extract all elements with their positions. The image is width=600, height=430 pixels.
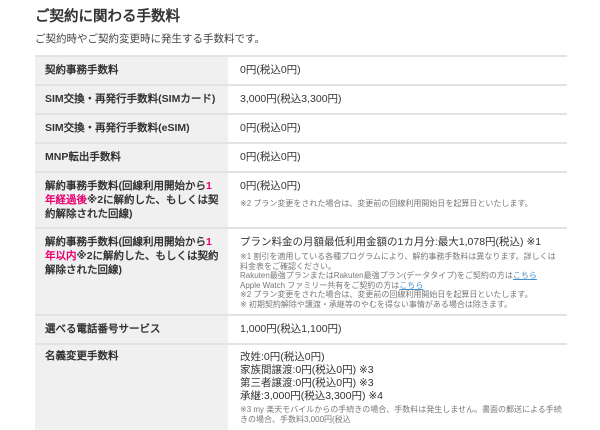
table-row-cancel-after-1year: 解約事務手数料(回線利用開始から1年経過後※2に解約した、もしくは契約解除された… — [35, 173, 567, 229]
table-row-contract-fee: 契約事務手数料 0円(税込0円) — [35, 57, 567, 86]
page-title: ご契約に関わる手数料 — [35, 8, 567, 26]
fee-value: 第三者譲渡:0円(税込0円) ※3 — [240, 377, 563, 390]
row-note: ※2 プラン変更をされた場合は、変更前の回線利用開始日を起算日といたします。 — [240, 199, 563, 209]
row-label: SIM交換・再発行手数料(eSIM) — [35, 115, 228, 142]
fee-value: 0円(税込0円) — [240, 179, 563, 193]
table-row-name-change: 名義変更手数料 改姓:0円(税込0円) 家族間譲渡:0円(税込0円) ※3 第三… — [35, 345, 567, 430]
note-line: ※ 初期契約解除や譲渡・承継等のやむを得ない事情がある場合は除きます。 — [240, 300, 563, 310]
row-value: プラン料金の月額最低利用金額の1カ月分:最大1,078円(税込) ※1 ※1 割… — [228, 229, 567, 314]
label-text: 解約事務手数料(回線利用開始から — [45, 236, 206, 248]
row-label: 名義変更手数料 — [35, 345, 228, 430]
row-value: 1,000円(税込1,100円) — [228, 316, 567, 343]
row-label: 契約事務手数料 — [35, 57, 228, 84]
fee-value: 承継:3,000円(税込3,300円) ※4 — [240, 390, 563, 403]
note-line: Apple Watch ファミリー共有をご契約の方はこちら — [240, 281, 563, 291]
note-line: Rakuten最強プランまたはRakuten最強プラン(データタイプ)をご契約の… — [240, 271, 563, 281]
page-subtitle: ご契約時やご契約変更時に発生する手数料です。 — [35, 33, 567, 46]
row-label: MNP転出手数料 — [35, 144, 228, 171]
row-label: 解約事務手数料(回線利用開始から1年経過後※2に解約した、もしくは契約解除された… — [35, 173, 228, 227]
fee-value: プラン料金の月額最低利用金額の1カ月分:最大1,078円(税込) ※1 — [240, 235, 563, 249]
row-value: 改姓:0円(税込0円) 家族間譲渡:0円(税込0円) ※3 第三者譲渡:0円(税… — [228, 345, 567, 430]
row-value: 0円(税込0円) — [228, 144, 567, 171]
fees-page: ご契約に関わる手数料 ご契約時やご契約変更時に発生する手数料です。 契約事務手数… — [0, 0, 600, 430]
row-value: 0円(税込0円) — [228, 115, 567, 142]
fees-table: 契約事務手数料 0円(税込0円) SIM交換・再発行手数料(SIMカード) 3,… — [35, 55, 567, 430]
label-text: 解約事務手数料(回線利用開始から — [45, 180, 206, 192]
row-notes: ※1 割引を適用している各種プログラムにより、解約事務手数料は異なります。詳しく… — [240, 252, 563, 309]
table-row-sim-card-reissue: SIM交換・再発行手数料(SIMカード) 3,000円(税込3,300円) — [35, 86, 567, 115]
row-label: SIM交換・再発行手数料(SIMカード) — [35, 86, 228, 113]
fee-value: 改姓:0円(税込0円) — [240, 351, 563, 364]
table-row-cancel-within-1year: 解約事務手数料(回線利用開始から1年以内※2に解約した、もしくは契約解除された回… — [35, 229, 567, 316]
table-row-mnp-transfer: MNP転出手数料 0円(税込0円) — [35, 144, 567, 173]
row-value: 3,000円(税込3,300円) — [228, 86, 567, 113]
note-line: ※1 割引を適用している各種プログラムにより、解約事務手数料は異なります。詳しく… — [240, 252, 563, 271]
row-value: 0円(税込0円) ※2 プラン変更をされた場合は、変更前の回線利用開始日を起算日… — [228, 173, 567, 227]
row-label: 選べる電話番号サービス — [35, 316, 228, 343]
fee-value: 家族間譲渡:0円(税込0円) ※3 — [240, 364, 563, 377]
row-label: 解約事務手数料(回線利用開始から1年以内※2に解約した、もしくは契約解除された回… — [35, 229, 228, 314]
table-row-phone-number-service: 選べる電話番号サービス 1,000円(税込1,100円) — [35, 316, 567, 345]
table-row-esim-reissue: SIM交換・再発行手数料(eSIM) 0円(税込0円) — [35, 115, 567, 144]
kochira-link-apple-watch[interactable]: こちら — [399, 281, 423, 290]
row-value: 0円(税込0円) — [228, 57, 567, 84]
note-line: ※2 プラン変更をされた場合は、変更前の回線利用開始日を起算日といたします。 — [240, 290, 563, 300]
note-text: Rakuten最強プランまたはRakuten最強プラン(データタイプ)をご契約の… — [240, 271, 513, 280]
row-note: ※3 my 楽天モバイルからの手続きの場合、手数料は発生しません。書面の郵送によ… — [240, 405, 563, 425]
kochira-link-saikyo-plan[interactable]: こちら — [513, 271, 537, 280]
note-text: Apple Watch ファミリー共有をご契約の方は — [240, 281, 399, 290]
